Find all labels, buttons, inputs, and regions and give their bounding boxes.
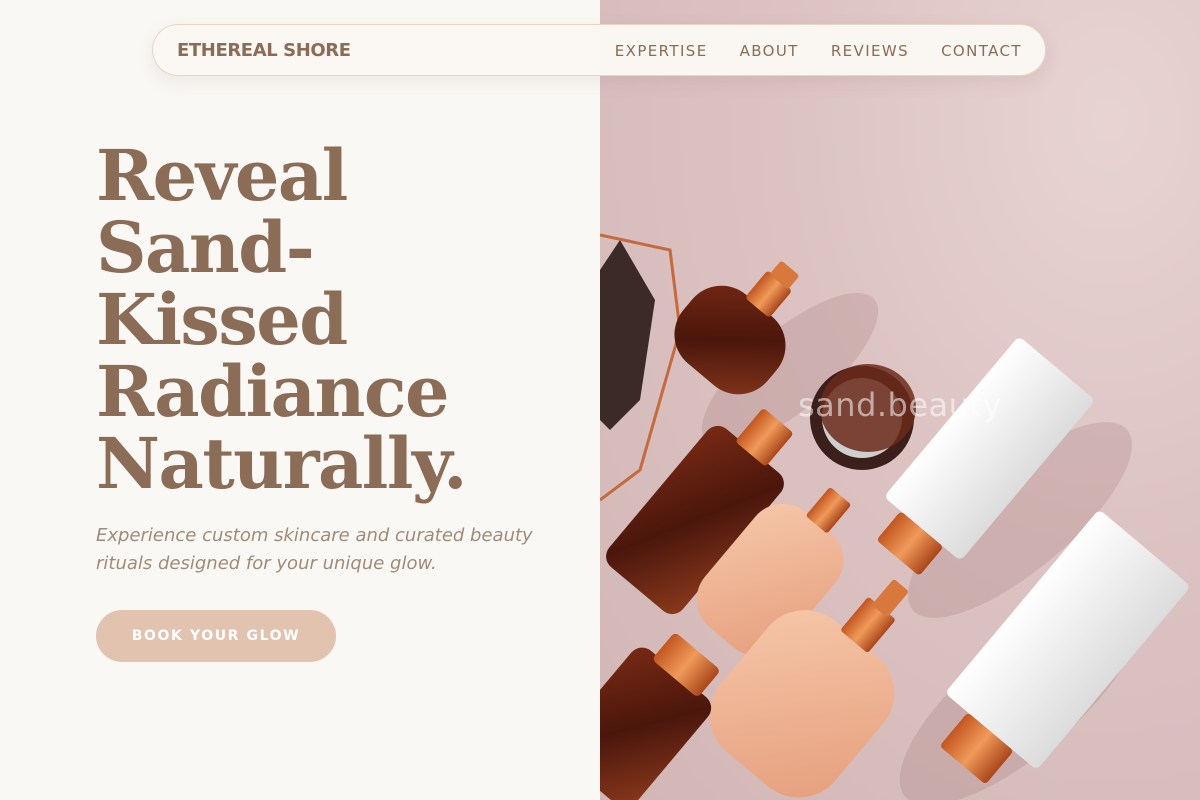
hero-headline: Reveal Sand- Kissed Radiance Naturally. bbox=[96, 140, 566, 500]
nav-link-about[interactable]: ABOUT bbox=[740, 42, 799, 60]
navbar: ETHEREAL SHORE EXPERTISE ABOUT REVIEWS C… bbox=[152, 24, 1046, 76]
headline-line: Reveal bbox=[96, 134, 348, 217]
nav-link-contact[interactable]: CONTACT bbox=[941, 42, 1022, 60]
brand-logo[interactable]: ETHEREAL SHORE bbox=[177, 40, 351, 61]
nav-link-expertise[interactable]: EXPERTISE bbox=[615, 42, 708, 60]
nav-link-reviews[interactable]: REVIEWS bbox=[831, 42, 909, 60]
headline-line: Radiance bbox=[96, 350, 450, 433]
hero-subtitle: Experience custom skincare and curated b… bbox=[96, 525, 533, 574]
image-watermark: sand.beauty bbox=[798, 386, 1002, 424]
headline-line: Kissed bbox=[96, 278, 348, 361]
book-your-glow-button[interactable]: BOOK YOUR GLOW bbox=[96, 610, 336, 662]
nav-links: EXPERTISE ABOUT REVIEWS CONTACT bbox=[615, 42, 1022, 60]
headline-line: Naturally. bbox=[96, 422, 468, 505]
headline-line: Sand- bbox=[96, 206, 315, 289]
hero-product-image: sand.beauty bbox=[600, 0, 1200, 800]
